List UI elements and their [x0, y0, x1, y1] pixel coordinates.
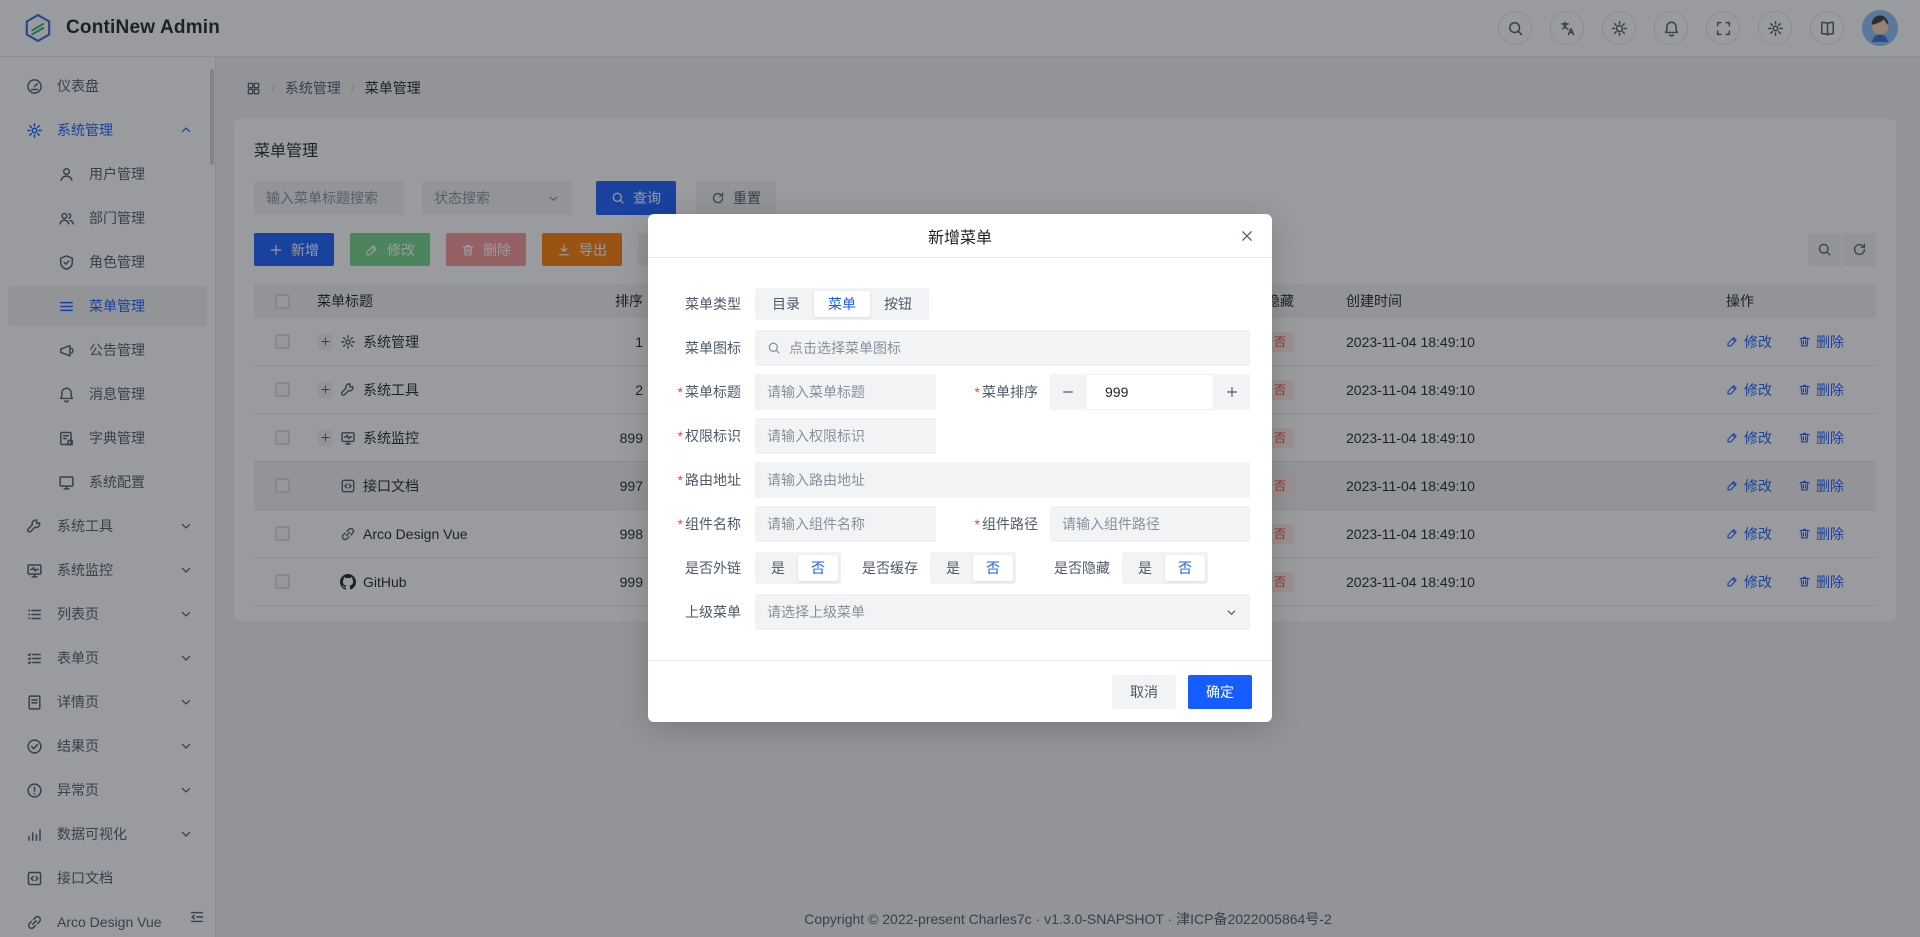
search-icon: [767, 341, 781, 355]
route-label: 路由地址: [648, 470, 755, 490]
modal-body: 菜单类型 目录 菜单 按钮 菜单图标 点击选择菜单图标 菜单标题: [648, 258, 1272, 630]
modal-header: 新增菜单: [648, 214, 1272, 258]
cache-label: 是否缓存: [841, 558, 930, 578]
menu-title-input[interactable]: [767, 384, 924, 400]
menu-type-radio-group: 目录 菜单 按钮: [755, 288, 929, 320]
route-input-wrap: [755, 462, 1250, 498]
permission-label: 权限标识: [648, 426, 755, 446]
component-path-input[interactable]: [1062, 516, 1238, 532]
external-yes-option[interactable]: 是: [758, 555, 798, 581]
close-icon[interactable]: [1236, 225, 1258, 247]
component-name-input-wrap: [755, 506, 936, 542]
hidden-no-option[interactable]: 否: [1165, 555, 1205, 581]
cancel-button[interactable]: 取消: [1112, 675, 1176, 709]
menu-sort-label: 菜单排序: [936, 382, 1050, 402]
cache-yes-option[interactable]: 是: [933, 555, 973, 581]
permission-input[interactable]: [767, 428, 924, 444]
menu-type-option-menu[interactable]: 菜单: [814, 291, 870, 317]
menu-sort-value[interactable]: 999: [1087, 375, 1213, 409]
parent-menu-placeholder: 请选择上级菜单: [767, 602, 865, 622]
external-link-radio-group: 是 否: [755, 552, 841, 584]
menu-title-input-wrap: [755, 374, 936, 410]
component-name-label: 组件名称: [648, 514, 755, 534]
component-name-input[interactable]: [767, 516, 924, 532]
chevron-down-icon: [1225, 606, 1238, 619]
hidden-radio-group: 是 否: [1122, 552, 1208, 584]
menu-icon-placeholder: 点击选择菜单图标: [789, 338, 901, 358]
menu-type-label: 菜单类型: [648, 294, 755, 314]
menu-icon-label: 菜单图标: [648, 338, 755, 358]
cancel-button-label: 取消: [1130, 682, 1158, 702]
menu-icon-picker[interactable]: 点击选择菜单图标: [755, 330, 1250, 366]
menu-sort-stepper: 999: [1050, 374, 1250, 410]
menu-title-label: 菜单标题: [648, 382, 755, 402]
cache-no-option[interactable]: 否: [973, 555, 1013, 581]
add-menu-modal: 新增菜单 菜单类型 目录 菜单 按钮 菜单图标 点击选择菜单图标: [648, 214, 1272, 722]
route-input[interactable]: [767, 472, 1238, 488]
modal-footer: 取消 确定: [648, 660, 1272, 722]
menu-type-option-button[interactable]: 按钮: [870, 291, 926, 317]
minus-icon[interactable]: [1050, 374, 1086, 410]
app-window: ContiNew Admin: [0, 0, 1920, 937]
component-path-label: 组件路径: [936, 514, 1050, 534]
parent-menu-select[interactable]: 请选择上级菜单: [755, 594, 1250, 630]
confirm-button[interactable]: 确定: [1188, 675, 1252, 709]
permission-input-wrap: [755, 418, 936, 454]
external-link-label: 是否外链: [648, 558, 755, 578]
parent-menu-label: 上级菜单: [648, 602, 755, 622]
menu-type-option-directory[interactable]: 目录: [758, 291, 814, 317]
plus-icon[interactable]: [1214, 374, 1250, 410]
hidden-label: 是否隐藏: [1026, 558, 1122, 578]
confirm-button-label: 确定: [1206, 682, 1234, 702]
component-path-input-wrap: [1050, 506, 1250, 542]
modal-title: 新增菜单: [928, 224, 992, 248]
cache-radio-group: 是 否: [930, 552, 1016, 584]
external-no-option[interactable]: 否: [798, 555, 838, 581]
hidden-yes-option[interactable]: 是: [1125, 555, 1165, 581]
